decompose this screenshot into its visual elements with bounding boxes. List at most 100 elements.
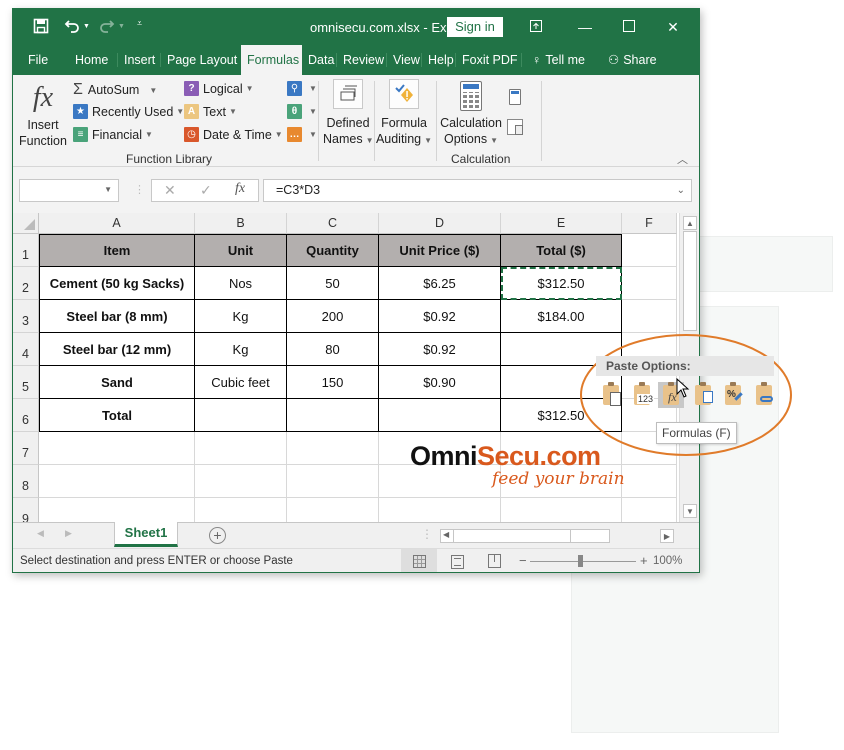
cell-d6[interactable] [379,399,501,432]
cell-b1[interactable]: Unit [195,234,287,267]
lookup-reference-button[interactable]: ⚲ ▼ [287,81,317,96]
cell-e3[interactable]: $184.00 [501,300,622,333]
cell-d5[interactable]: $0.90 [379,366,501,399]
normal-view-button[interactable] [401,549,437,572]
horizontal-scroll-thumb[interactable] [453,529,571,543]
tab-home[interactable]: Home [68,45,118,75]
column-header-f[interactable]: F [622,213,677,234]
math-trig-button[interactable]: θ ▼ [287,104,317,119]
cell-b3[interactable]: Kg [195,300,287,333]
cell-a2[interactable]: Cement (50 kg Sacks) [39,267,195,300]
paste-transpose-button[interactable] [690,382,716,408]
tell-me-search[interactable]: ♀ Tell me [522,45,602,75]
cell-c8[interactable] [287,465,379,498]
cell-b5[interactable]: Cubic feet [195,366,287,399]
autosum-button[interactable]: Σ AutoSum ▼ [73,81,157,99]
formula-auditing-button[interactable]: Formula Auditing ▼ [375,79,433,149]
cell-d2[interactable]: $6.25 [379,267,501,300]
formula-bar-grip[interactable]: ⋮ [134,183,145,196]
defined-names-button[interactable]: Defined Names ▼ [323,79,374,149]
cell-c9[interactable] [287,498,379,522]
sheet-tab-sheet1[interactable]: Sheet1 [114,522,178,547]
row-header-4[interactable]: 4 [13,333,39,366]
next-sheet-icon[interactable]: ▶ [65,528,72,539]
cell-a1[interactable]: Item [39,234,195,267]
new-sheet-button[interactable]: + [209,527,226,544]
row-header-7[interactable]: 7 [13,432,39,465]
cell-c3[interactable]: 200 [287,300,379,333]
cell-b4[interactable]: Kg [195,333,287,366]
cell-b2[interactable]: Nos [195,267,287,300]
tab-view[interactable]: View [387,45,422,75]
row-header-5[interactable]: 5 [13,366,39,399]
sign-in-button[interactable]: Sign in [447,17,503,37]
calculate-now-icon[interactable] [509,89,521,105]
row-header-9[interactable]: 9 [13,498,39,522]
tab-formulas[interactable]: Formulas [241,45,302,75]
formula-input[interactable]: =C3*D3 ⌄ [263,179,692,202]
tab-split-grip[interactable]: ⋮ [421,527,433,541]
cell-a3[interactable]: Steel bar (8 mm) [39,300,195,333]
zoom-slider-track[interactable] [530,561,636,562]
cell-c6[interactable] [287,399,379,432]
chevron-down-icon[interactable]: ▼ [104,185,112,194]
expand-formula-bar-icon[interactable]: ⌄ [677,180,685,201]
scroll-left-icon[interactable]: ◀ [443,530,449,539]
save-icon[interactable] [33,18,49,34]
paste-values-button[interactable]: 123 [629,382,655,408]
cell-d1[interactable]: Unit Price ($) [379,234,501,267]
cell-b9[interactable] [195,498,287,522]
paste-button[interactable] [598,382,624,408]
undo-icon[interactable]: ▼ [64,18,90,34]
cell-b8[interactable] [195,465,287,498]
scroll-down-icon[interactable]: ▼ [683,504,697,518]
share-button[interactable]: ⚇ Share [602,45,672,75]
collapse-ribbon-icon[interactable]: ︿ [677,151,688,167]
zoom-slider-thumb[interactable] [578,555,583,567]
cell-c7[interactable] [287,432,379,465]
vertical-scroll-thumb[interactable] [683,231,697,331]
tab-foxit-pdf[interactable]: Foxit PDF [456,45,522,75]
cell-a9[interactable] [39,498,195,522]
row-header-6[interactable]: 6 [13,399,39,432]
financial-button[interactable]: ≡ Financial ▼ [73,127,153,142]
close-icon[interactable]: ✕ [663,17,683,37]
row-header-2[interactable]: 2 [13,267,39,300]
cell-f3[interactable] [622,300,677,333]
row-header-1[interactable]: 1 [13,234,39,267]
cell-a7[interactable] [39,432,195,465]
cell-a8[interactable] [39,465,195,498]
insert-function-fx-icon[interactable]: fx [235,181,245,197]
tab-page-layout[interactable]: Page Layout [161,45,241,75]
calculate-sheet-icon[interactable] [507,119,523,135]
cell-f2[interactable] [622,267,677,300]
tab-insert[interactable]: Insert [118,45,161,75]
zoom-out-button[interactable]: − [519,553,527,568]
more-functions-button[interactable]: … ▼ [287,127,317,142]
tab-data[interactable]: Data [302,45,337,75]
column-header-d[interactable]: D [379,213,501,234]
cell-f9[interactable] [622,498,677,522]
cell-d9[interactable] [379,498,501,522]
cell-e9[interactable] [501,498,622,522]
cell-a4[interactable]: Steel bar (12 mm) [39,333,195,366]
tab-file[interactable]: File [13,45,68,75]
enter-icon[interactable]: ✓ [200,182,212,199]
paste-formatting-button[interactable]: % [720,382,746,408]
column-header-c[interactable]: C [287,213,379,234]
text-button[interactable]: A Text ▼ [184,104,237,119]
logical-button[interactable]: ? Logical ▼ [184,81,254,96]
cell-a5[interactable]: Sand [39,366,195,399]
row-header-8[interactable]: 8 [13,465,39,498]
zoom-in-button[interactable]: + [640,553,648,568]
horizontal-scrollbar[interactable]: ◀ [440,529,610,543]
cancel-icon[interactable]: ✕ [164,182,176,199]
cell-c2[interactable]: 50 [287,267,379,300]
date-time-button[interactable]: ◷ Date & Time ▼ [184,127,283,142]
cell-d4[interactable]: $0.92 [379,333,501,366]
cell-c5[interactable]: 150 [287,366,379,399]
row-header-3[interactable]: 3 [13,300,39,333]
cell-f1[interactable] [622,234,677,267]
cell-b7[interactable] [195,432,287,465]
page-layout-view-button[interactable] [451,555,464,569]
